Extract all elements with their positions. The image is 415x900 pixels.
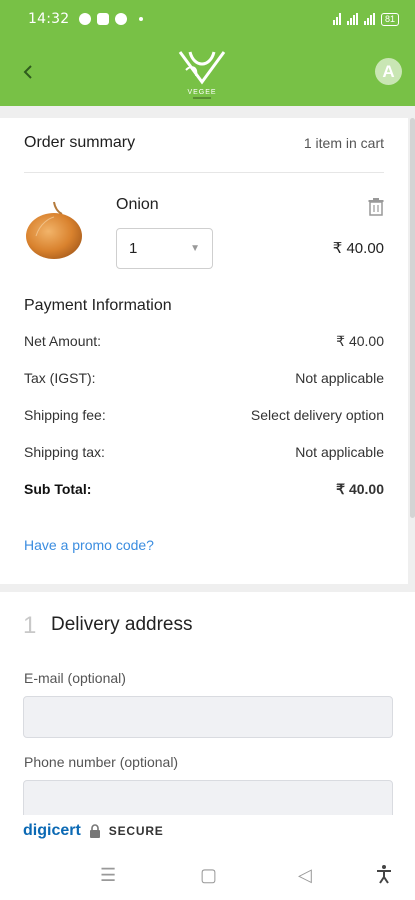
vegee-logo[interactable]: VEGEE [172,42,232,102]
delivery-card: 1 Delivery address E-mail (optional) Pho… [0,592,415,822]
lock-icon [89,824,100,838]
accessibility-icon[interactable] [376,864,392,884]
logo-text: VEGEE [187,89,216,96]
items-count: 1 item in cart [303,135,384,151]
chevron-down-icon: ▼ [190,243,200,254]
payment-info-title: Payment Information [24,297,172,314]
android-nav-bar: ☰ ▢ ◁ [0,847,415,900]
order-summary-title: Order summary [24,134,136,151]
back-nav-icon[interactable]: ◁ [298,865,312,886]
back-button[interactable] [14,58,42,86]
order-summary-row: Order summary 1 item in cart [24,132,384,154]
menu-icon[interactable]: ☰ [100,865,116,886]
payment-label: Shipping fee: [24,407,106,423]
divider [24,172,384,173]
payment-value: ₹ 40.00 [336,333,384,349]
payment-label: Net Amount: [24,333,102,349]
signal-icon [346,13,358,25]
payment-row-shipping-tax: Shipping tax: Not applicable [24,444,384,460]
product-price: ₹ 40.00 [332,240,384,257]
payment-value: ₹ 40.00 [336,481,384,497]
payment-value: Not applicable [295,370,384,386]
quantity-value: 1 [129,240,138,257]
facebook-icon [115,13,128,25]
signal-icon-2 [363,13,375,25]
status-bar: 14:32 81 [0,0,415,38]
whatsapp-icon [79,13,92,25]
secure-label: SECURE [108,824,164,838]
battery-icon: 81 [380,12,399,26]
status-time: 14:32 [28,11,70,27]
chevron-left-icon [23,65,32,79]
payment-row-subtotal: Sub Total: ₹ 40.00 [24,481,384,498]
vegee-logo-icon: VEGEE [178,51,226,99]
payment-label: Shipping tax: [24,444,105,460]
secure-bar: digicert SECURE [0,815,415,847]
payment-value: Not applicable [295,444,384,460]
order-card: Order summary 1 item in cart Onion 1 ▼ ₹… [0,118,408,584]
promo-code-link[interactable]: Have a promo code? [24,537,154,553]
email-field[interactable] [23,696,393,738]
payment-label: Sub Total: [24,481,92,497]
trash-icon[interactable] [368,198,384,216]
payment-row-tax: Tax (IGST): Not applicable [24,370,384,386]
avatar[interactable]: A [375,58,402,85]
onion-image [26,201,82,259]
app-header: VEGEE A [0,38,415,106]
home-icon[interactable]: ▢ [200,865,217,886]
quantity-select[interactable]: 1 ▼ [116,228,213,269]
email-label: E-mail (optional) [24,670,126,686]
payment-label: Tax (IGST): [24,370,96,386]
digicert-logo: digicert [23,822,81,839]
step-number: 1 [23,612,37,639]
payment-row-net: Net Amount: ₹ 40.00 [24,333,384,350]
messenger-icon [97,13,110,25]
payment-value: Select delivery option [250,407,384,423]
phone-label: Phone number (optional) [24,754,179,770]
more-notifications-icon [139,17,144,21]
scrollbar[interactable] [410,118,415,518]
vibrate-signal-icon [332,13,341,25]
delivery-title: Delivery address [51,614,193,635]
payment-row-shipping-fee: Shipping fee: Select delivery option [24,407,384,423]
product-name: Onion [116,196,159,213]
